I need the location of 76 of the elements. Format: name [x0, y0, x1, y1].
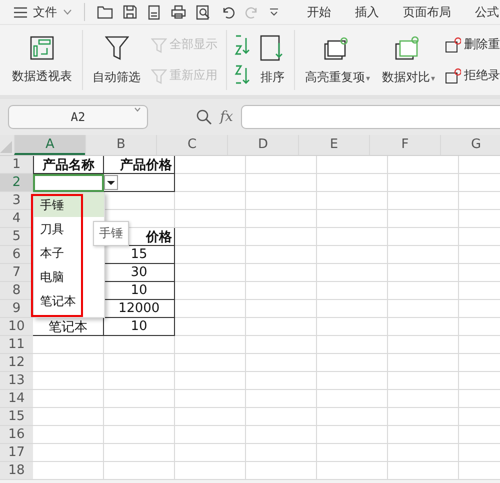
zoom-icon[interactable] — [196, 109, 212, 125]
more-icon[interactable] — [269, 8, 279, 16]
function-button[interactable]: fx — [220, 109, 234, 125]
ribbon-button[interactable]: 拒绝录 — [445, 67, 500, 84]
row-header[interactable]: 1 — [0, 156, 33, 174]
folder-icon[interactable] — [97, 5, 113, 19]
active-cell[interactable] — [33, 174, 104, 192]
row-header[interactable]: 3 — [0, 192, 33, 210]
undo-icon[interactable] — [221, 6, 235, 18]
chevron-icon[interactable] — [63, 9, 72, 15]
filter-icon — [104, 34, 129, 60]
table-cell: 笔记本 — [33, 318, 104, 336]
table-cell: 10 — [104, 318, 175, 336]
print-icon[interactable] — [171, 5, 186, 19]
small-tool-icon — [445, 68, 461, 84]
sort-ascending-icon[interactable] — [234, 34, 250, 56]
table-cell: 12000 — [104, 300, 175, 318]
duplicate-highlight-icon — [324, 34, 350, 60]
row-header[interactable]: 16 — [0, 426, 33, 444]
row-header[interactable]: 15 — [0, 408, 33, 426]
small-tool-icon — [150, 68, 167, 84]
column-header[interactable]: G — [440, 135, 500, 155]
dropdown-option[interactable]: 电脑 — [34, 265, 104, 289]
ribbon-button[interactable]: 高亮重复项▾ — [302, 34, 372, 86]
sort-button[interactable]: 排序 — [258, 34, 286, 86]
table-cell: 产品价格 — [104, 156, 175, 174]
column-header[interactable]: C — [156, 135, 227, 155]
save-icon[interactable] — [123, 5, 137, 19]
dropdown-option[interactable]: 手锤 — [34, 193, 104, 217]
ribbon-button[interactable]: 删除重 — [445, 36, 500, 53]
ribbon-tab[interactable]: 页面布局 — [403, 4, 451, 20]
dropdown-button[interactable] — [104, 175, 118, 190]
menu-icon[interactable] — [14, 6, 27, 18]
sort-descending-icon[interactable] — [234, 64, 250, 86]
row-header[interactable]: 17 — [0, 444, 33, 462]
row-header[interactable]: 12 — [0, 354, 33, 372]
ribbon-button[interactable]: 数据透视表 — [10, 36, 74, 84]
row-header[interactable]: 8 — [0, 282, 33, 300]
row-header[interactable]: 13 — [0, 372, 33, 390]
formula-input[interactable] — [241, 105, 500, 129]
tooltip: 手锤 — [93, 221, 129, 246]
row-header[interactable]: 5 — [0, 228, 33, 246]
preview-icon[interactable] — [196, 4, 211, 20]
row-header[interactable]: 18 — [0, 462, 33, 480]
column-header[interactable]: D — [227, 135, 298, 155]
chevron-icon[interactable] — [134, 107, 141, 112]
ribbon-tab[interactable]: 开始 — [307, 4, 331, 20]
table-cell: 15 — [104, 246, 175, 264]
small-tool-icon — [150, 36, 167, 52]
sort-icon — [260, 34, 284, 60]
pdf-icon[interactable] — [147, 4, 161, 20]
ribbon-tab[interactable]: 插入 — [355, 4, 379, 20]
column-header[interactable]: B — [85, 135, 156, 155]
row-header[interactable]: 6 — [0, 246, 33, 264]
column-header[interactable]: F — [369, 135, 440, 155]
name-box[interactable]: A2 — [8, 105, 148, 129]
row-header[interactable]: 11 — [0, 336, 33, 354]
row-header[interactable]: 2 — [0, 174, 33, 192]
column-header[interactable]: E — [298, 135, 369, 155]
row-header[interactable]: 14 — [0, 390, 33, 408]
data-compare-icon — [395, 34, 422, 60]
pivot-table-icon — [30, 36, 54, 60]
row-header[interactable]: 9 — [0, 300, 33, 318]
table-cell: 产品名称 — [33, 156, 104, 174]
table-cell: 30 — [104, 264, 175, 282]
dropdown-option[interactable]: 笔记本 — [34, 289, 104, 313]
row-header[interactable]: 4 — [0, 210, 33, 228]
small-tool-icon — [445, 36, 461, 52]
ribbon-tab[interactable]: 公式 — [475, 4, 499, 20]
row-header[interactable]: 7 — [0, 264, 33, 282]
table-cell: 10 — [104, 282, 175, 300]
ribbon-button[interactable]: 自动筛选 — [90, 34, 143, 86]
column-header[interactable]: A — [14, 135, 85, 155]
file-menu[interactable]: 文件 — [33, 4, 57, 20]
row-header[interactable]: 10 — [0, 318, 33, 336]
ribbon-button[interactable]: 数据对比▾ — [380, 34, 437, 86]
